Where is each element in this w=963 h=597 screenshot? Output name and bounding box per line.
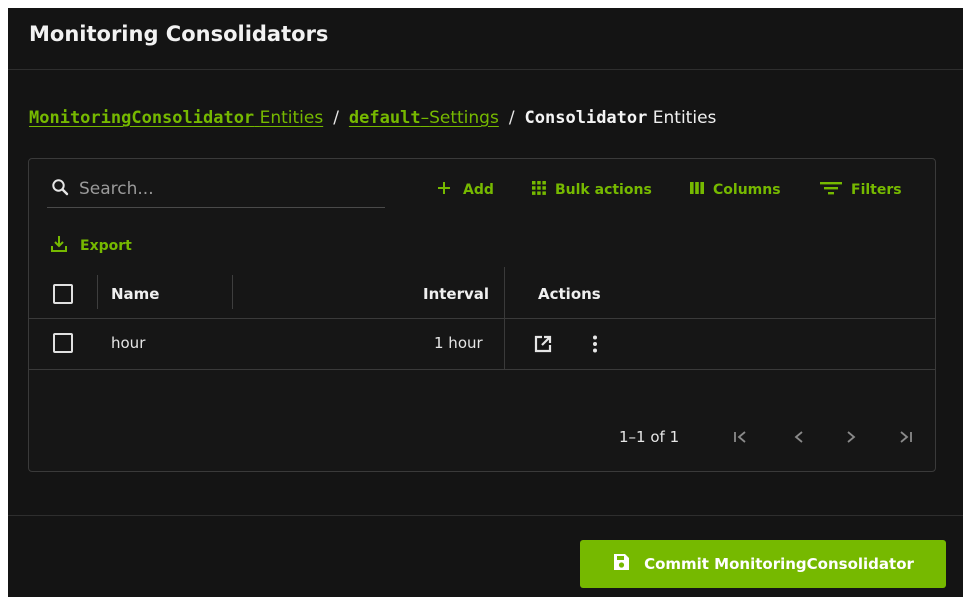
entities-table-card: Add Bulk actions Columns Filters [28, 158, 936, 472]
last-page-icon[interactable] [897, 429, 913, 449]
add-label: Add [463, 182, 494, 198]
prev-page-icon[interactable] [791, 429, 807, 449]
footer-divider [8, 515, 963, 516]
row-checkbox[interactable] [53, 333, 73, 353]
column-header-name[interactable]: Name [111, 285, 159, 303]
breadcrumb-text: Entities [652, 108, 717, 128]
breadcrumb-dash: – [420, 108, 430, 128]
bulk-actions-label: Bulk actions [555, 182, 652, 198]
pagination-range: 1–1 of 1 [619, 428, 680, 446]
page-title: Monitoring Consolidators [29, 22, 329, 46]
add-button[interactable]: Add [437, 179, 494, 201]
column-header-interval[interactable]: Interval [423, 285, 489, 303]
search-field[interactable] [47, 171, 385, 208]
first-page-icon[interactable] [733, 429, 749, 449]
column-divider [504, 267, 505, 318]
table-row[interactable]: hour 1 hour [29, 319, 935, 370]
column-separator[interactable] [97, 275, 98, 309]
filters-button[interactable]: Filters [819, 179, 902, 201]
app-window: Monitoring Consolidators MonitoringConso… [8, 8, 963, 597]
breadcrumb-code: default [348, 108, 421, 128]
open-external-icon[interactable] [534, 335, 552, 357]
title-bar: Monitoring Consolidators [8, 8, 963, 70]
plus-icon [437, 181, 459, 199]
breadcrumb-code: MonitoringConsolidator [29, 108, 255, 128]
breadcrumb-text: Entities [259, 108, 324, 128]
breadcrumb-link-default-settings[interactable]: default–Settings [349, 108, 499, 128]
column-divider [504, 319, 505, 369]
columns-label: Columns [713, 182, 781, 198]
columns-icon [689, 181, 713, 199]
bulk-actions-button[interactable]: Bulk actions [531, 179, 652, 201]
row-name: hour [111, 334, 146, 352]
download-icon [50, 235, 80, 257]
commit-label: Commit MonitoringConsolidator [644, 555, 914, 573]
columns-button[interactable]: Columns [689, 179, 781, 201]
commit-button[interactable]: Commit MonitoringConsolidator [580, 540, 946, 588]
pagination: 1–1 of 1 [29, 427, 935, 451]
breadcrumb-separator: / [508, 108, 515, 128]
breadcrumb: MonitoringConsolidator Entities / defaul… [29, 105, 716, 131]
column-separator[interactable] [232, 275, 233, 309]
breadcrumb-code: Consolidator [524, 108, 648, 128]
search-input[interactable] [77, 178, 371, 200]
save-icon [612, 553, 644, 575]
export-button[interactable]: Export [50, 235, 132, 257]
column-header-actions: Actions [538, 285, 601, 303]
select-all-checkbox[interactable] [53, 284, 73, 304]
table-header-row: Name Interval Actions [29, 267, 935, 319]
more-vert-icon[interactable] [591, 334, 599, 358]
breadcrumb-current: Consolidator Entities [525, 108, 717, 128]
row-interval: 1 hour [434, 334, 483, 352]
filters-label: Filters [851, 182, 902, 198]
breadcrumb-text: Settings [429, 108, 499, 128]
filter-icon [819, 180, 851, 200]
grid-icon [531, 180, 555, 200]
next-page-icon[interactable] [843, 429, 859, 449]
search-icon [47, 178, 69, 200]
export-label: Export [80, 238, 132, 254]
breadcrumb-link-monitoring-consolidator[interactable]: MonitoringConsolidator Entities [29, 108, 323, 128]
breadcrumb-separator: / [333, 108, 339, 128]
